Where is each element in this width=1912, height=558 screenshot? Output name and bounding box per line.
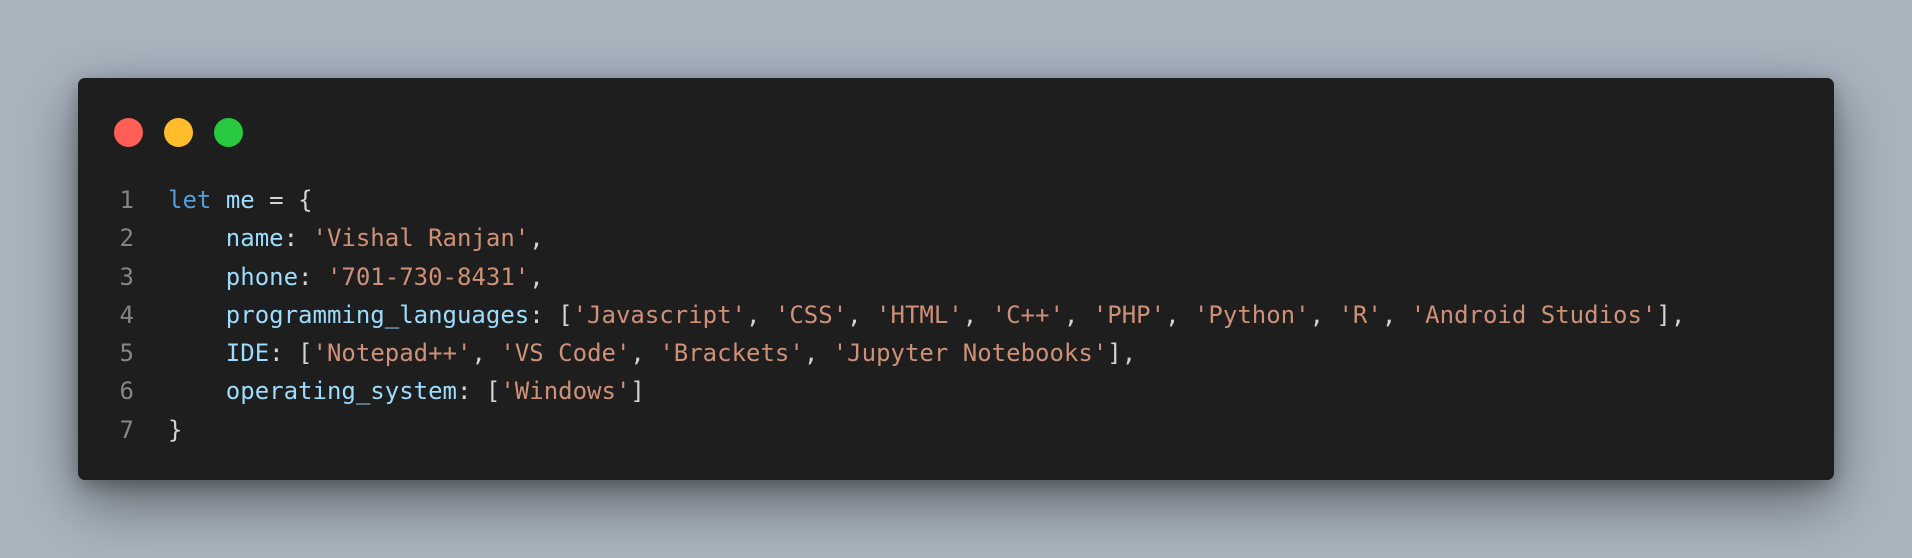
code-line: 5 IDE: ['Notepad++', 'VS Code', 'Bracket… <box>78 334 1685 372</box>
string-token: 'R' <box>1338 300 1382 329</box>
punctuation-token: , <box>630 339 660 368</box>
string-token: 'PHP' <box>1092 300 1166 329</box>
line-content: } <box>134 411 182 449</box>
property-token: programming_languages <box>225 300 530 329</box>
minimize-dot-icon[interactable] <box>164 118 193 147</box>
line-number: 2 <box>119 224 134 253</box>
line-content: IDE: ['Notepad++', 'VS Code', 'Brackets'… <box>134 334 1136 372</box>
property-token: name <box>225 224 284 253</box>
line-number: 5 <box>119 339 134 368</box>
punctuation-token: , <box>529 224 544 253</box>
string-token: 'Javascript' <box>572 300 746 329</box>
punctuation-token: = { <box>254 186 313 214</box>
code-line: 2 name: 'Vishal Ranjan', <box>78 219 1685 257</box>
punctuation-token: ], <box>1107 339 1137 368</box>
window-controls <box>114 118 243 147</box>
variable-token: me <box>225 186 255 214</box>
punctuation-token <box>168 377 226 405</box>
line-number: 3 <box>119 262 134 291</box>
line-number: 4 <box>119 300 134 329</box>
punctuation-token: , <box>471 339 501 368</box>
line-content: let me = { <box>134 181 313 219</box>
line-content: name: 'Vishal Ranjan', <box>134 219 544 257</box>
keyword-token: let <box>168 186 212 214</box>
punctuation-token <box>168 339 226 367</box>
string-token: 'Brackets' <box>659 339 804 368</box>
code-line: 4 programming_languages: ['Javascript', … <box>78 296 1686 334</box>
string-token: 'Jupyter Notebooks' <box>832 339 1108 368</box>
punctuation-token: : [ <box>269 339 313 368</box>
punctuation-token <box>211 186 225 214</box>
punctuation-token: , <box>847 300 877 329</box>
close-dot-icon[interactable] <box>114 118 143 147</box>
maximize-dot-icon[interactable] <box>214 118 243 147</box>
property-token: phone <box>225 262 299 291</box>
punctuation-token: : [ <box>456 377 501 406</box>
string-token: '701-730-8431' <box>326 262 530 291</box>
line-content: operating_system: ['Windows'] <box>134 372 645 410</box>
code-line: 6 operating_system: ['Windows'] <box>78 372 1685 410</box>
line-number: 1 <box>119 186 134 214</box>
string-token: 'Notepad++' <box>312 339 472 368</box>
punctuation-token: , <box>803 339 833 368</box>
string-token: 'Python' <box>1193 300 1310 329</box>
code-line: 1 let me = { <box>78 181 1685 219</box>
punctuation-token: : <box>283 224 313 253</box>
string-token: 'C++' <box>991 300 1064 329</box>
punctuation-token: : <box>298 262 327 291</box>
code-line: 7} <box>78 411 1685 449</box>
string-token: 'CSS' <box>774 300 848 329</box>
punctuation-token: } <box>168 415 183 444</box>
punctuation-token: , <box>962 300 992 329</box>
punctuation-token <box>168 301 226 329</box>
code-line: 3 phone: '701-730-8431', <box>78 258 1685 296</box>
string-token: 'Windows' <box>500 377 631 406</box>
punctuation-token <box>168 263 226 291</box>
string-token: 'Android Studios' <box>1410 300 1657 329</box>
punctuation-token: , <box>1165 300 1194 329</box>
property-token: operating_system <box>225 377 457 406</box>
code-block: 1 let me = {2 name: 'Vishal Ranjan', 3 pho… <box>78 181 1686 449</box>
punctuation-token: ] <box>630 377 645 406</box>
punctuation-token <box>168 224 226 252</box>
punctuation-token: , <box>529 262 544 291</box>
string-token: 'HTML' <box>876 300 963 329</box>
property-token: IDE <box>225 339 270 368</box>
line-number: 6 <box>119 377 134 406</box>
punctuation-token: , <box>1309 300 1339 329</box>
string-token: 'Vishal Ranjan' <box>312 224 530 253</box>
line-content: phone: '701-730-8431', <box>134 258 544 296</box>
line-number: 7 <box>119 415 134 444</box>
string-token: 'VS Code' <box>500 339 631 368</box>
page: { "colors": { "page_background": "#a9b4b… <box>0 0 1912 558</box>
punctuation-token: , <box>1063 300 1093 329</box>
line-content: programming_languages: ['Javascript', 'C… <box>134 296 1685 334</box>
code-window: 1 let me = {2 name: 'Vishal Ranjan', 3 pho… <box>78 78 1834 480</box>
punctuation-token: , <box>745 300 775 329</box>
punctuation-token: : [ <box>529 300 573 329</box>
punctuation-token: , <box>1381 300 1411 329</box>
punctuation-token: ], <box>1656 300 1686 329</box>
